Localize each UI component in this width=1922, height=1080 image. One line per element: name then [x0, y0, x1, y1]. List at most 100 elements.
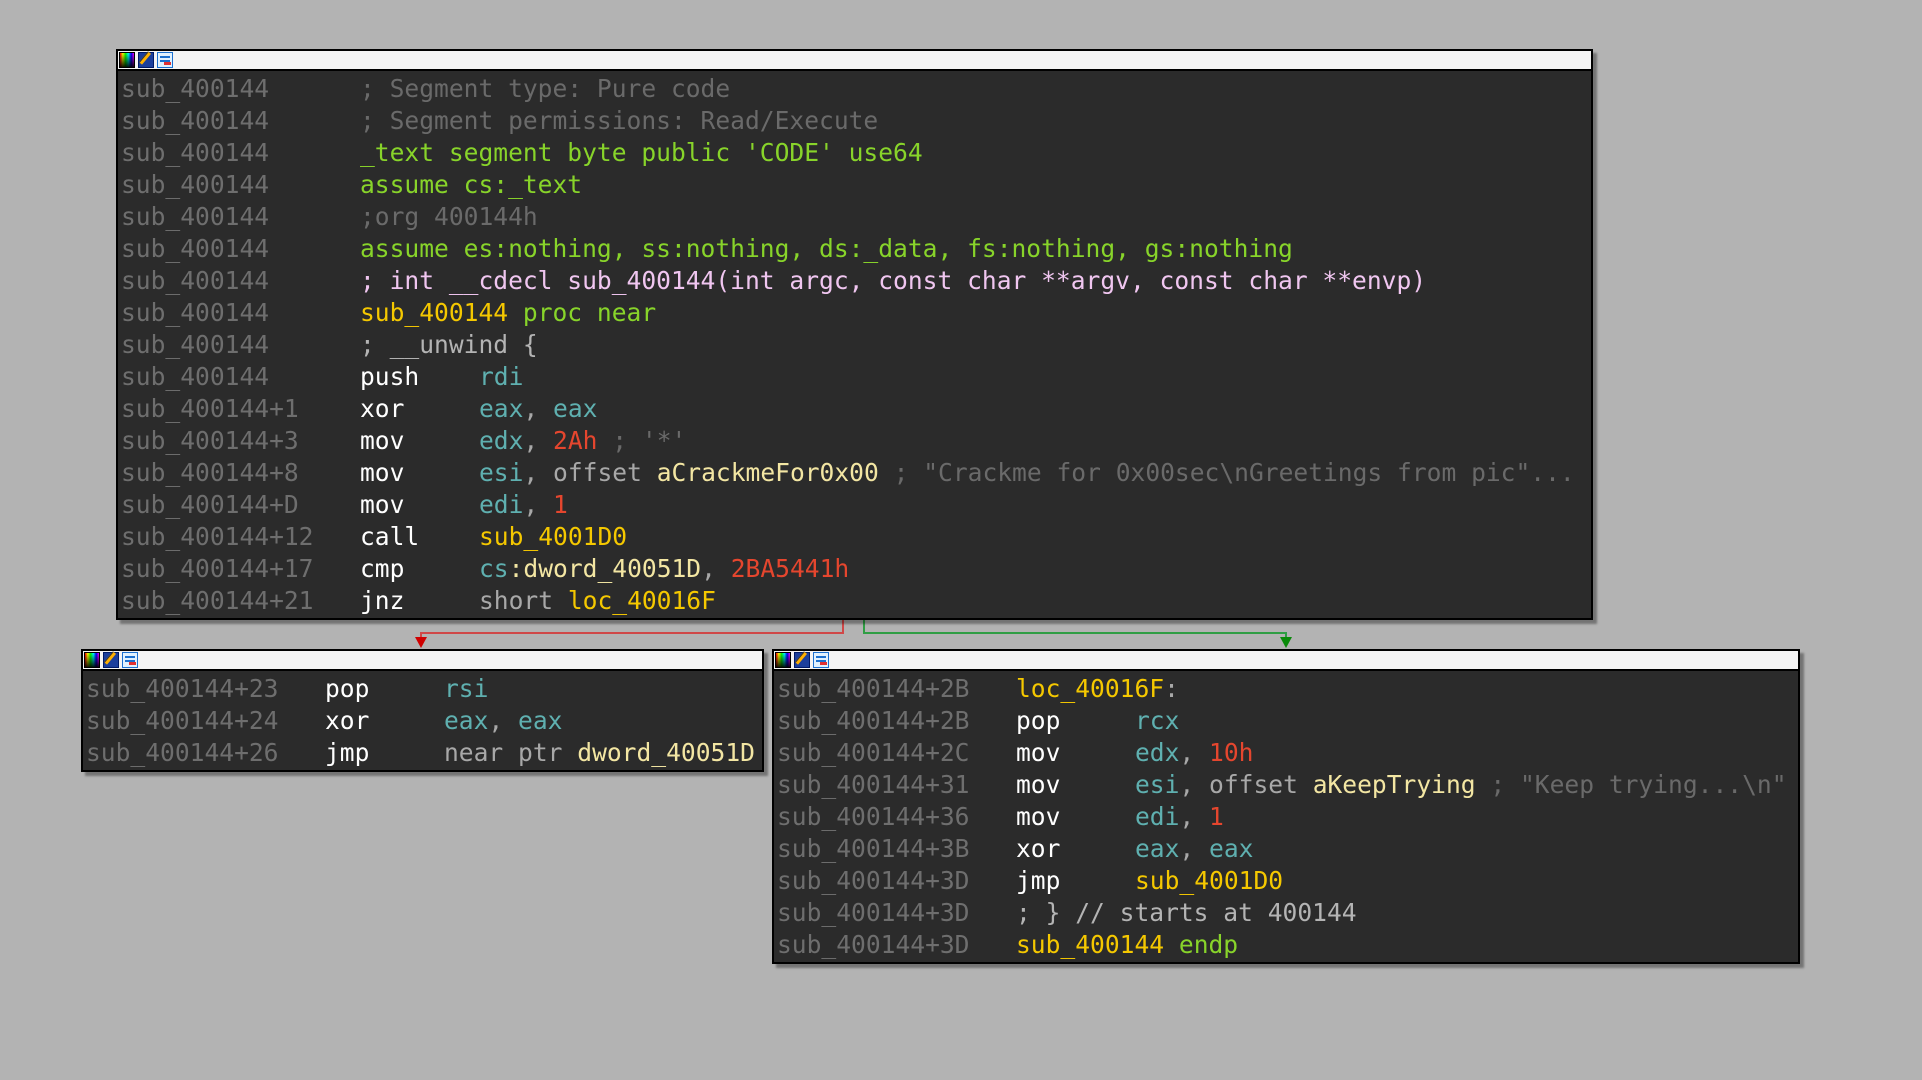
code-line[interactable]: sub_400144+3D sub_400144 endp — [777, 929, 1798, 961]
data-reference[interactable]: aKeepTrying — [1313, 770, 1476, 799]
graph-view-icon[interactable] — [122, 652, 138, 668]
register-operand[interactable]: esi — [479, 458, 523, 487]
register-operand[interactable]: eax — [1209, 834, 1253, 863]
address[interactable]: sub_400144+26 — [86, 737, 325, 769]
node-header[interactable] — [118, 51, 1591, 71]
address[interactable]: sub_400144+8 — [121, 457, 360, 489]
register-operand[interactable]: rdi — [479, 362, 523, 391]
edit-node-icon[interactable] — [794, 652, 810, 668]
code-line[interactable]: sub_400144 _text segment byte public 'COD… — [121, 137, 1591, 169]
address[interactable]: sub_400144+3 — [121, 425, 360, 457]
code-line[interactable]: sub_400144 ;org 400144h — [121, 201, 1591, 233]
mnemonic[interactable]: jmp — [325, 737, 444, 769]
data-reference[interactable]: :dword_40051D — [509, 554, 702, 583]
register-operand[interactable]: esi — [1135, 770, 1179, 799]
code-label[interactable]: loc_40016F — [568, 586, 716, 615]
address[interactable]: sub_400144+D — [121, 489, 360, 521]
address[interactable]: sub_400144+3D — [777, 865, 1016, 897]
code-line[interactable]: sub_400144+2B loc_40016F: — [777, 673, 1798, 705]
address[interactable]: sub_400144+23 — [86, 673, 325, 705]
mnemonic[interactable]: jnz — [360, 585, 479, 617]
register-operand[interactable]: eax — [1135, 834, 1179, 863]
code-label[interactable]: sub_4001D0 — [479, 522, 627, 551]
register-operand[interactable]: edx — [479, 426, 523, 455]
address[interactable]: sub_400144 — [121, 233, 360, 265]
address[interactable]: sub_400144+3D — [777, 897, 1016, 929]
code-line[interactable]: sub_400144+D mov edi, 1 — [121, 489, 1591, 521]
address[interactable]: sub_400144 — [121, 169, 360, 201]
register-operand[interactable]: edi — [1135, 802, 1179, 831]
edit-node-icon[interactable] — [103, 652, 119, 668]
address[interactable]: sub_400144+36 — [777, 801, 1016, 833]
code-line[interactable]: sub_400144+2B pop rcx — [777, 705, 1798, 737]
mnemonic[interactable]: mov — [1016, 737, 1135, 769]
code-line[interactable]: sub_400144 push rdi — [121, 361, 1591, 393]
address[interactable]: sub_400144 — [121, 201, 360, 233]
code-block-right[interactable]: sub_400144+2B loc_40016F: sub_400144+2B pop… — [772, 649, 1800, 964]
address[interactable]: sub_400144+12 — [121, 521, 360, 553]
mnemonic[interactable]: mov — [360, 425, 479, 457]
register-operand[interactable]: eax — [553, 394, 597, 423]
address[interactable]: sub_400144+3B — [777, 833, 1016, 865]
register-operand[interactable]: edx — [1135, 738, 1179, 767]
address[interactable]: sub_400144 — [121, 137, 360, 169]
register-operand[interactable]: cs — [479, 554, 509, 583]
mnemonic[interactable]: pop — [1016, 705, 1135, 737]
code-line[interactable]: sub_400144+3B xor eax, eax — [777, 833, 1798, 865]
code-line[interactable]: sub_400144+1 xor eax, eax — [121, 393, 1591, 425]
mnemonic[interactable]: jmp — [1016, 865, 1135, 897]
address[interactable]: sub_400144 — [121, 297, 360, 329]
register-operand[interactable]: eax — [479, 394, 523, 423]
address[interactable]: sub_400144 — [121, 265, 360, 297]
edge-true-branch[interactable] — [863, 620, 1292, 648]
address[interactable]: sub_400144+2C — [777, 737, 1016, 769]
data-reference[interactable]: aCrackmeFor0x00 — [657, 458, 879, 487]
address[interactable]: sub_400144+1 — [121, 393, 360, 425]
data-reference[interactable]: dword_40051D — [577, 738, 755, 767]
code-line[interactable]: sub_400144+36 mov edi, 1 — [777, 801, 1798, 833]
address[interactable]: sub_400144+17 — [121, 553, 360, 585]
code-line[interactable]: sub_400144+12 call sub_4001D0 — [121, 521, 1591, 553]
code-line[interactable]: sub_400144; int __cdecl sub_400144(int a… — [121, 265, 1591, 297]
address[interactable]: sub_400144 — [121, 329, 360, 361]
mnemonic[interactable]: mov — [1016, 801, 1135, 833]
address[interactable]: sub_400144 — [121, 105, 360, 137]
code-line[interactable]: sub_400144+17 cmp cs:dword_40051D, 2BA5441… — [121, 553, 1591, 585]
code-line[interactable]: sub_400144+8 mov esi, offset aCrackmeFor0x… — [121, 457, 1591, 489]
mnemonic[interactable]: xor — [325, 705, 444, 737]
code-block-left[interactable]: sub_400144+23 pop rsi sub_400144+24 xor eax, … — [81, 649, 764, 772]
address[interactable]: sub_400144+2B — [777, 705, 1016, 737]
mnemonic[interactable]: cmp — [360, 553, 479, 585]
code-line[interactable]: sub_400144+3 mov edx, 2Ah ; '*' — [121, 425, 1591, 457]
code-line[interactable]: sub_400144+3D jmp sub_4001D0 — [777, 865, 1798, 897]
mnemonic[interactable]: xor — [360, 393, 479, 425]
mnemonic[interactable]: mov — [360, 489, 479, 521]
node-header[interactable] — [83, 651, 762, 671]
mnemonic[interactable]: xor — [1016, 833, 1135, 865]
address[interactable]: sub_400144+2B — [777, 673, 1016, 705]
code-line[interactable]: sub_400144; Segment type: Pure code — [121, 73, 1591, 105]
register-operand[interactable]: rsi — [444, 674, 488, 703]
mnemonic[interactable]: mov — [360, 457, 479, 489]
code-line[interactable]: sub_400144 assume cs:_text — [121, 169, 1591, 201]
code-label[interactable]: sub_400144 — [360, 298, 508, 327]
code-line[interactable]: sub_400144 assume es:nothing, ss:nothing,… — [121, 233, 1591, 265]
node-header[interactable] — [774, 651, 1798, 671]
register-operand[interactable]: rcx — [1135, 706, 1179, 735]
register-operand[interactable]: eax — [518, 706, 562, 735]
code-line[interactable]: sub_400144+21 jnz short loc_40016F — [121, 585, 1591, 617]
address[interactable]: sub_400144 — [121, 361, 360, 393]
address[interactable]: sub_400144+21 — [121, 585, 360, 617]
mnemonic[interactable]: pop — [325, 673, 444, 705]
edge-false-branch[interactable] — [415, 620, 844, 648]
register-operand[interactable]: eax — [444, 706, 488, 735]
code-label[interactable]: sub_4001D0 — [1135, 866, 1283, 895]
address[interactable]: sub_400144 — [121, 73, 360, 105]
mnemonic[interactable]: mov — [1016, 769, 1135, 801]
code-line[interactable]: sub_400144+24 xor eax, eax — [86, 705, 762, 737]
graph-view-icon[interactable] — [813, 652, 829, 668]
graph-view-icon[interactable] — [157, 52, 173, 68]
mnemonic[interactable]: push — [360, 361, 479, 393]
code-label[interactable]: loc_40016F — [1016, 674, 1164, 703]
code-line[interactable]: sub_400144+23 pop rsi — [86, 673, 762, 705]
